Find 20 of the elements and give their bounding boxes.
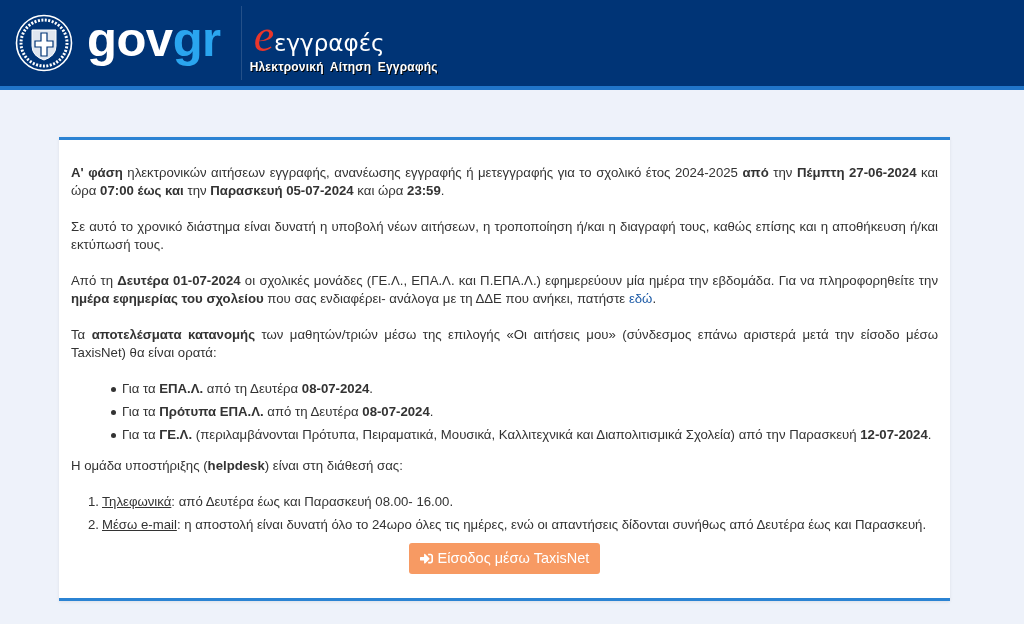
paragraph: Σε αυτό το χρονικό διάστημα είναι δυνατή η υποβολή νέων αιτήσεων, η τροποποίηση ή/και η διαγραφή τους, καθώς επίσης και η αποθήκευση ή/και εκτύπωσή τους. (71, 218, 938, 254)
paragraph: Η ομάδα υποστήριξης (helpdesk) είναι στη διάθεσή σας: (71, 457, 404, 475)
emblem-icon (15, 14, 73, 72)
bullet-icon (111, 387, 116, 392)
list-item-text: Μέσω e-mail: η αποστολή είναι δυνατή όλο το 24ωρο όλες τις ημέρες, ενώ οι απαντήσεις δίδονται συνήθως από Δευτέρα έως και Παρασκευή. (102, 516, 927, 534)
list-number: 2. (87, 516, 99, 534)
list-number: 1. (87, 493, 99, 511)
paragraph: Α' φάση ηλεκτρονικών αιτήσεων εγγραφής, ανανέωσης εγγραφής ή μετεγγραφής για το σχολικό έτος 2024-2025 από την Πέμπτη 27-06-2024 και ώρα 07:00 έως και την Παρασκευή 05-07-2024 και ώρα 23:59. (71, 164, 938, 200)
sign-in-icon (419, 552, 433, 565)
list-item-text: Για τα ΓΕ.Λ. (περιλαμβάνονται Πρότυπα, Πειραματικά, Μουσικά, Καλλιτεχνικά και Διαπολιτισμικά Σχολεία) από την Παρασκευή 12-07-2024. (122, 426, 932, 444)
brand-logo: govgr (87, 14, 221, 68)
list-item-text: Για τα Πρότυπα ΕΠΑ.Λ. από τη Δευτέρα 08-07-2024. (122, 403, 434, 421)
paragraph: Από τη Δευτέρα 01-07-2024 οι σχολικές μονάδες (ΓΕ.Λ., ΕΠΑ.Λ. και Π.ΕΠΑ.Λ.) εφημερεύουν μία ημέρα την εβδομάδα. Για να πληροφορηθείτε την ημέρα εφημερίας του σχολείου που σας ενδιαφέρει- ανάλογα με τη ΔΔΕ που ανήκει, πατήστε εδώ. (71, 272, 938, 308)
paragraph: Τα αποτελέσματα κατανομής των μαθητών/τριών μέσω της επιλογής «Οι αιτήσεις μου» (σύνδεσμος επάνω αριστερά μετά την είσοδο μέσω TaxisNet) θα είναι ορατά: (71, 326, 938, 362)
service-logo-title: eεγγραφές (252, 12, 385, 59)
list-item-text: Για τα ΕΠΑ.Λ. από τη Δευτέρα 08-07-2024. (122, 380, 373, 398)
bullet-icon (111, 433, 116, 438)
list-item-text: Τηλεφωνικά: από Δευτέρα έως και Παρασκευή 08.00- 16.00. (102, 493, 454, 511)
service-subtitle: Ηλεκτρονική Αίτηση Εγγραφής (249, 59, 438, 74)
bullet-icon (111, 410, 116, 415)
